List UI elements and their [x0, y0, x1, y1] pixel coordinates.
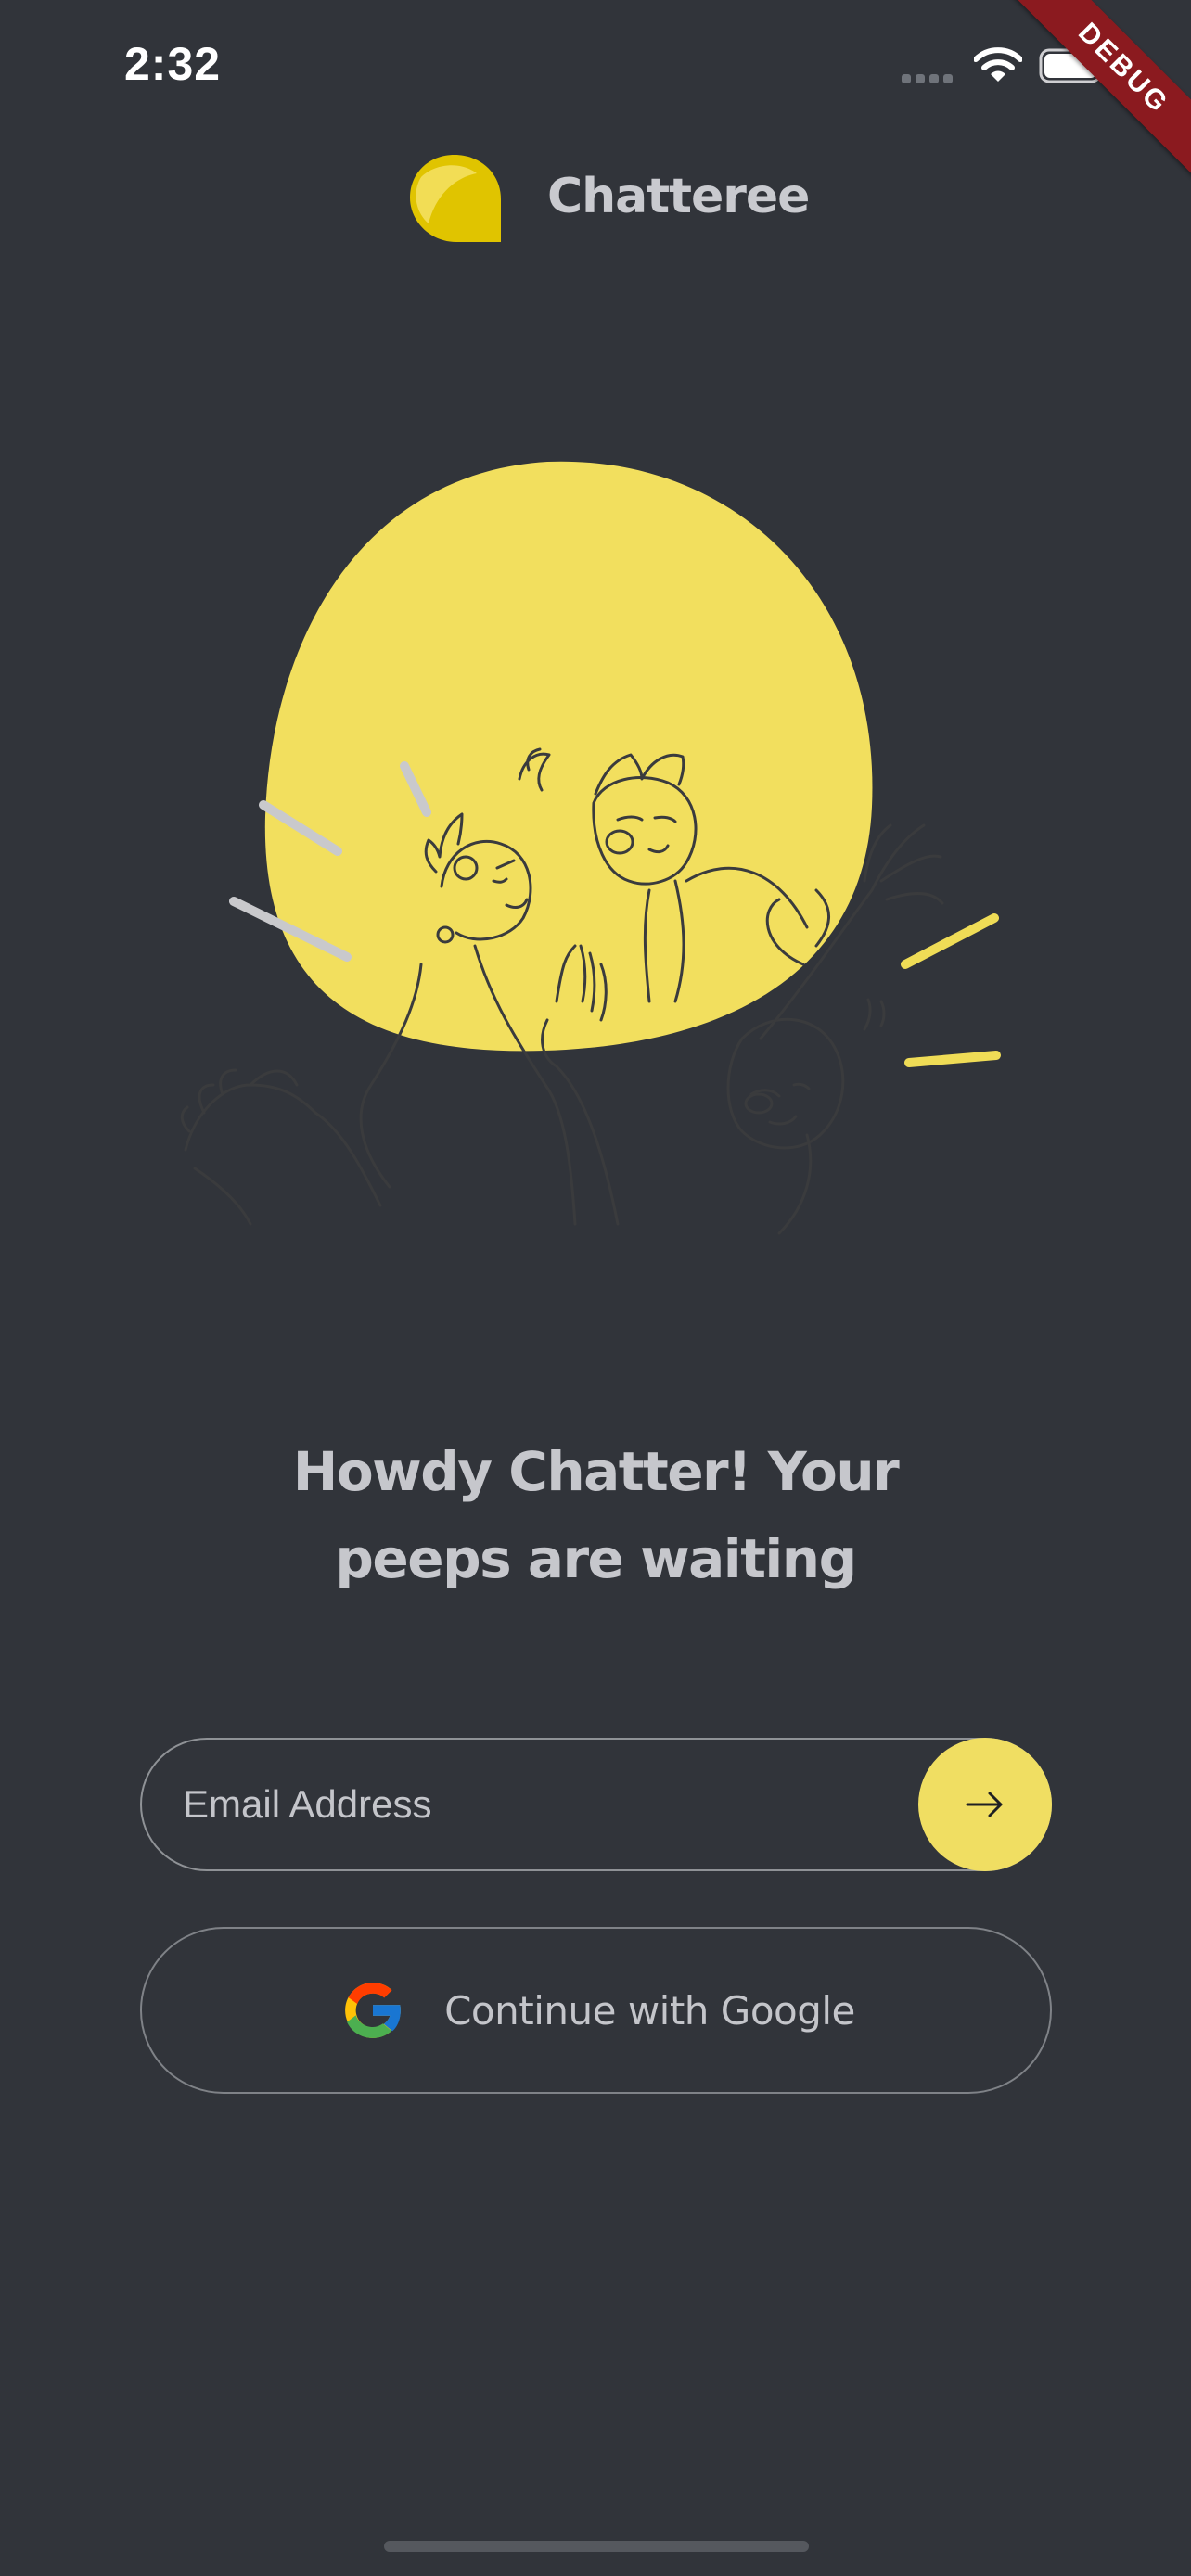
app-name: Chatteree	[547, 169, 810, 224]
headline-line-1: Howdy Chatter! Your	[292, 1440, 900, 1503]
cellular-signal-icon	[902, 74, 957, 83]
google-icon	[345, 1983, 403, 2038]
wifi-icon	[974, 47, 1022, 82]
welcome-headline: Howdy Chatter! Your peeps are waiting	[130, 1428, 1061, 1602]
arrow-right-icon	[966, 1792, 1003, 1817]
email-submit-button[interactable]	[918, 1738, 1052, 1871]
continue-with-google-button[interactable]: Continue with Google	[140, 1927, 1052, 2094]
headline-line-2: peeps are waiting	[335, 1527, 857, 1590]
email-input[interactable]	[183, 1740, 906, 1869]
google-button-label: Continue with Google	[444, 1987, 855, 2034]
debug-banner: DEBUG	[996, 0, 1191, 196]
email-field	[140, 1738, 1052, 1871]
app-logo-icon	[410, 155, 501, 242]
login-screen: 2:32 DEBUG Chatteree Howdy Chatter! Your…	[0, 0, 1191, 2576]
people-chatting-illustration	[180, 461, 1001, 1235]
status-time: 2:32	[124, 38, 222, 90]
home-indicator	[384, 2541, 809, 2552]
